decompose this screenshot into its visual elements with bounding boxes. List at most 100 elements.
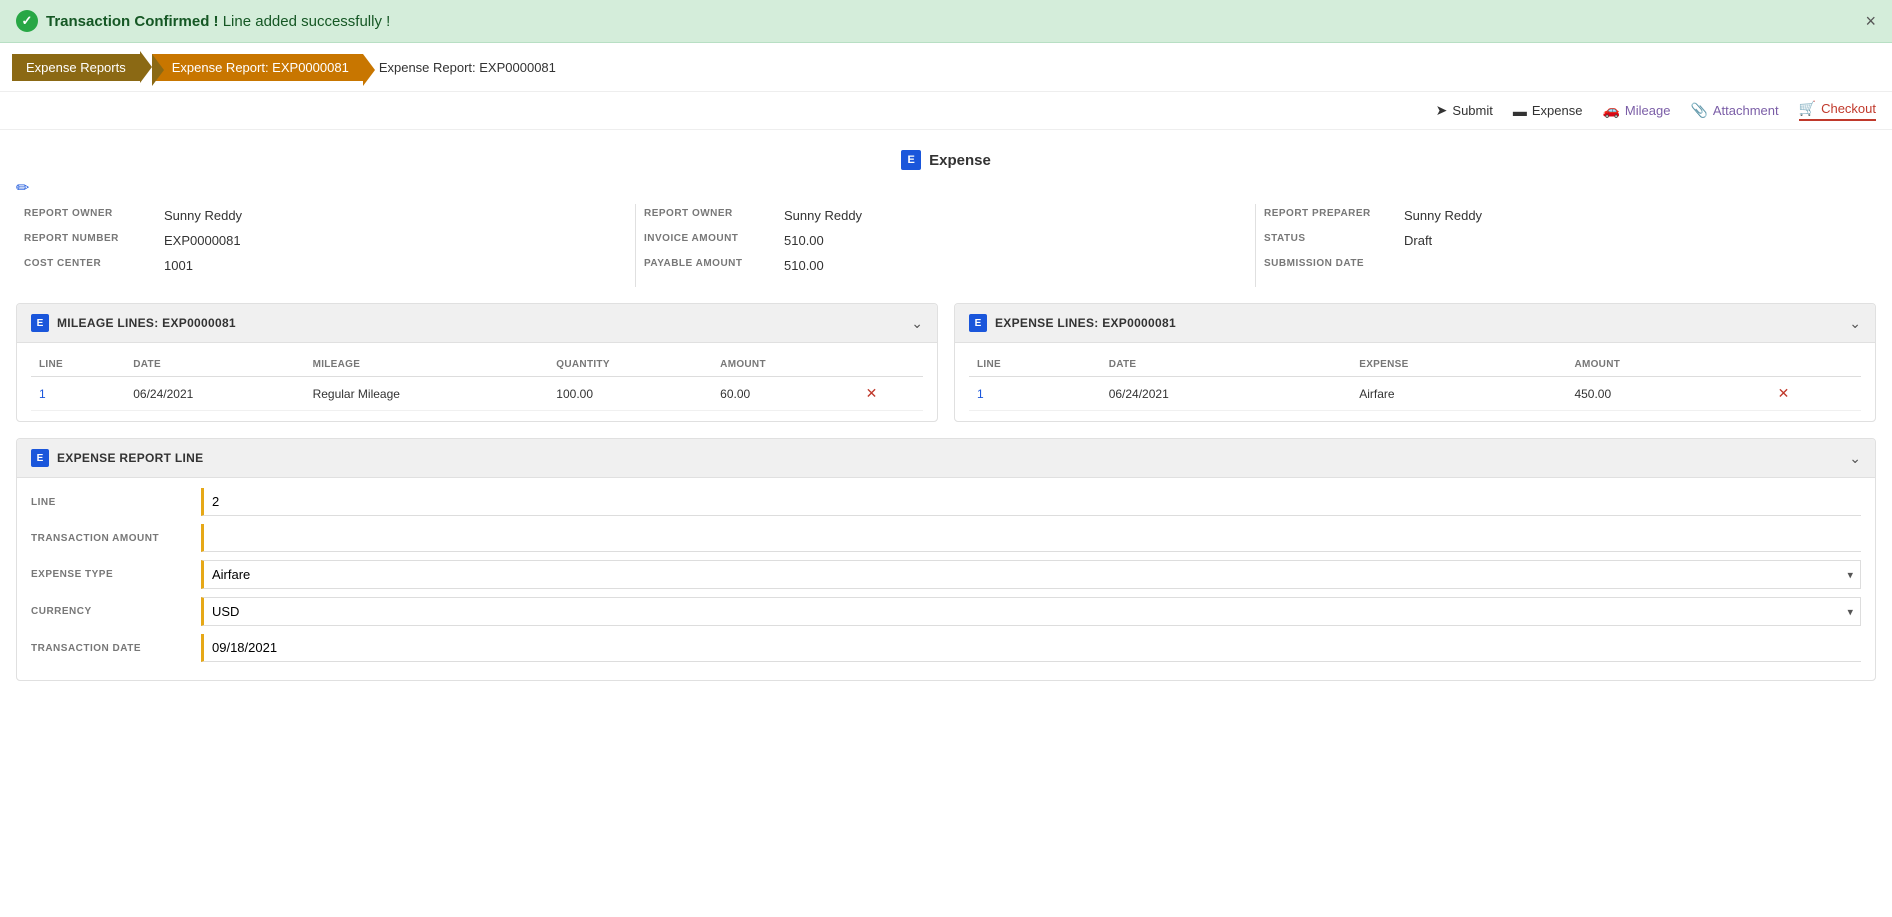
- col-date-e: DATE: [1101, 353, 1352, 377]
- report-owner-label-2: REPORT OWNER: [644, 208, 784, 219]
- info-col-1: REPORT OWNER Sunny Reddy REPORT NUMBER E…: [16, 204, 636, 287]
- expense-report-line-panel: E EXPENSE REPORT LINE ⌄ LINE TRANSACTION…: [16, 438, 1876, 681]
- checkout-button[interactable]: 🛒 Checkout: [1799, 100, 1876, 121]
- transaction-amount-input[interactable]: [201, 524, 1861, 552]
- expense-lines-panel: E EXPENSE LINES: EXP0000081 ⌄ LINE DATE …: [954, 303, 1876, 422]
- form-panel-title: EXPENSE REPORT LINE: [57, 451, 203, 465]
- expense-table-header: LINE DATE EXPENSE AMOUNT: [969, 353, 1861, 377]
- transaction-date-input[interactable]: [201, 634, 1861, 662]
- col-expense-e: EXPENSE: [1351, 353, 1566, 377]
- breadcrumb-link-expense-reports[interactable]: Expense Reports: [12, 54, 140, 81]
- table-row: 1 06/24/2021 Regular Mileage 100.00 60.0…: [31, 377, 923, 411]
- edit-icon[interactable]: ✏: [16, 180, 29, 197]
- invoice-amount-label: INVOICE AMOUNT: [644, 233, 784, 244]
- expense-center-title: Expense: [929, 152, 991, 169]
- expense-line[interactable]: 1: [969, 377, 1101, 411]
- cost-center-value: 1001: [164, 258, 193, 273]
- currency-select-wrapper: USD EUR GBP CAD ▾: [201, 597, 1861, 626]
- breadcrumb-item-1[interactable]: Expense Reports: [12, 51, 152, 83]
- mileage-panel-body: LINE DATE MILEAGE QUANTITY AMOUNT 1 06/2…: [17, 343, 937, 421]
- col-line-e: LINE: [969, 353, 1101, 377]
- report-number-value: EXP0000081: [164, 233, 241, 248]
- main-content: E Expense ✏ REPORT OWNER Sunny Reddy REP…: [0, 130, 1892, 693]
- expense-button[interactable]: ▬ Expense: [1513, 103, 1583, 119]
- expense-type-label: EXPENSE TYPE: [31, 569, 201, 580]
- mileage-line[interactable]: 1: [31, 377, 125, 411]
- status-label: STATUS: [1264, 233, 1404, 244]
- table-row: 1 06/24/2021 Airfare 450.00 ✕: [969, 377, 1861, 411]
- col-amount: AMOUNT: [712, 353, 857, 377]
- expense-type-select-wrapper: Airfare Hotel Meals Transportation Other…: [201, 560, 1861, 589]
- form-row-transaction-date: TRANSACTION DATE: [31, 634, 1861, 662]
- mileage-button[interactable]: 🚗 Mileage: [1602, 102, 1670, 119]
- form-section: LINE TRANSACTION AMOUNT EXPENSE TYPE Air…: [17, 478, 1875, 680]
- expense-panel-body: LINE DATE EXPENSE AMOUNT 1 06/24/2021 Ai…: [955, 343, 1875, 421]
- col-line: LINE: [31, 353, 125, 377]
- form-row-line: LINE: [31, 488, 1861, 516]
- mileage-table-header: LINE DATE MILEAGE QUANTITY AMOUNT: [31, 353, 923, 377]
- attachment-icon: 📎: [1690, 102, 1707, 119]
- expense-delete-button[interactable]: ✕: [1778, 385, 1790, 402]
- report-preparer-label: REPORT PREPARER: [1264, 208, 1404, 219]
- expense-panel-header: E EXPENSE LINES: EXP0000081 ⌄: [955, 304, 1875, 343]
- mileage-delete-button[interactable]: ✕: [866, 385, 878, 402]
- close-button[interactable]: ×: [1865, 11, 1876, 32]
- payable-amount-value: 510.00: [784, 258, 824, 273]
- col-amount-e: AMOUNT: [1566, 353, 1769, 377]
- panels-row: E MILEAGE LINES: EXP0000081 ⌄ LINE DATE …: [16, 303, 1876, 422]
- mileage-panel-title: MILEAGE LINES: EXP0000081: [57, 316, 236, 330]
- mileage-delete-cell: ✕: [858, 377, 923, 411]
- success-text: Transaction Confirmed ! Line added succe…: [46, 13, 390, 30]
- col-action: [858, 353, 923, 377]
- breadcrumb: Expense Reports Expense Report: EXP00000…: [0, 43, 1892, 92]
- expense-panel-title: EXPENSE LINES: EXP0000081: [995, 316, 1176, 330]
- mileage-panel-chevron[interactable]: ⌄: [911, 315, 923, 332]
- payable-amount-label: PAYABLE AMOUNT: [644, 258, 784, 269]
- submission-date-label: SUBMISSION DATE: [1264, 258, 1404, 269]
- attachment-button[interactable]: 📎 Attachment: [1690, 102, 1778, 119]
- edit-icon-row: ✏: [16, 174, 1876, 204]
- report-owner-label-1: REPORT OWNER: [24, 208, 164, 219]
- expense-table: LINE DATE EXPENSE AMOUNT 1 06/24/2021 Ai…: [969, 353, 1861, 411]
- success-icon: ✓: [16, 10, 38, 32]
- form-row-currency: CURRENCY USD EUR GBP CAD ▾: [31, 597, 1861, 626]
- info-col-3: REPORT PREPARER Sunny Reddy STATUS Draft…: [1256, 204, 1876, 287]
- mileage-amount: 60.00: [712, 377, 857, 411]
- expense-type-select[interactable]: Airfare Hotel Meals Transportation Other: [201, 560, 1861, 589]
- col-mileage: MILEAGE: [305, 353, 549, 377]
- report-number-label: REPORT NUMBER: [24, 233, 164, 244]
- form-panel-header: E EXPENSE REPORT LINE ⌄: [17, 439, 1875, 478]
- line-field-input[interactable]: [201, 488, 1861, 516]
- expense-center-header: E Expense: [16, 150, 1876, 170]
- expense-center-icon: E: [901, 150, 921, 170]
- checkout-icon: 🛒: [1799, 100, 1816, 117]
- success-banner: ✓ Transaction Confirmed ! Line added suc…: [0, 0, 1892, 43]
- status-value: Draft: [1404, 233, 1432, 248]
- breadcrumb-current[interactable]: Expense Report: EXP0000081: [152, 54, 363, 81]
- transaction-amount-label: TRANSACTION AMOUNT: [31, 533, 201, 544]
- col-date: DATE: [125, 353, 304, 377]
- mileage-panel-icon: E: [31, 314, 49, 332]
- mileage-panel-header: E MILEAGE LINES: EXP0000081 ⌄: [17, 304, 937, 343]
- toolbar: ➤ Submit ▬ Expense 🚗 Mileage 📎 Attachmen…: [0, 92, 1892, 130]
- form-row-expense-type: EXPENSE TYPE Airfare Hotel Meals Transpo…: [31, 560, 1861, 589]
- report-preparer-value: Sunny Reddy: [1404, 208, 1482, 223]
- expense-delete-cell: ✕: [1770, 377, 1861, 411]
- breadcrumb-item-2[interactable]: Expense Report: EXP0000081: [152, 54, 363, 81]
- mileage-date: 06/24/2021: [125, 377, 304, 411]
- report-owner-value-2: Sunny Reddy: [784, 208, 862, 223]
- col-quantity: QUANTITY: [548, 353, 712, 377]
- currency-select[interactable]: USD EUR GBP CAD: [201, 597, 1861, 626]
- submit-icon: ➤: [1436, 102, 1448, 119]
- car-icon: 🚗: [1602, 102, 1619, 119]
- form-panel-icon: E: [31, 449, 49, 467]
- expense-panel-chevron[interactable]: ⌄: [1849, 315, 1861, 332]
- submit-button[interactable]: ➤ Submit: [1436, 102, 1493, 119]
- col-action-e: [1770, 353, 1861, 377]
- mileage-lines-panel: E MILEAGE LINES: EXP0000081 ⌄ LINE DATE …: [16, 303, 938, 422]
- info-grid: REPORT OWNER Sunny Reddy REPORT NUMBER E…: [16, 204, 1876, 287]
- expense-icon: ▬: [1513, 103, 1527, 119]
- form-panel-chevron[interactable]: ⌄: [1849, 450, 1861, 467]
- form-row-transaction-amount: TRANSACTION AMOUNT: [31, 524, 1861, 552]
- info-col-2: REPORT OWNER Sunny Reddy INVOICE AMOUNT …: [636, 204, 1256, 287]
